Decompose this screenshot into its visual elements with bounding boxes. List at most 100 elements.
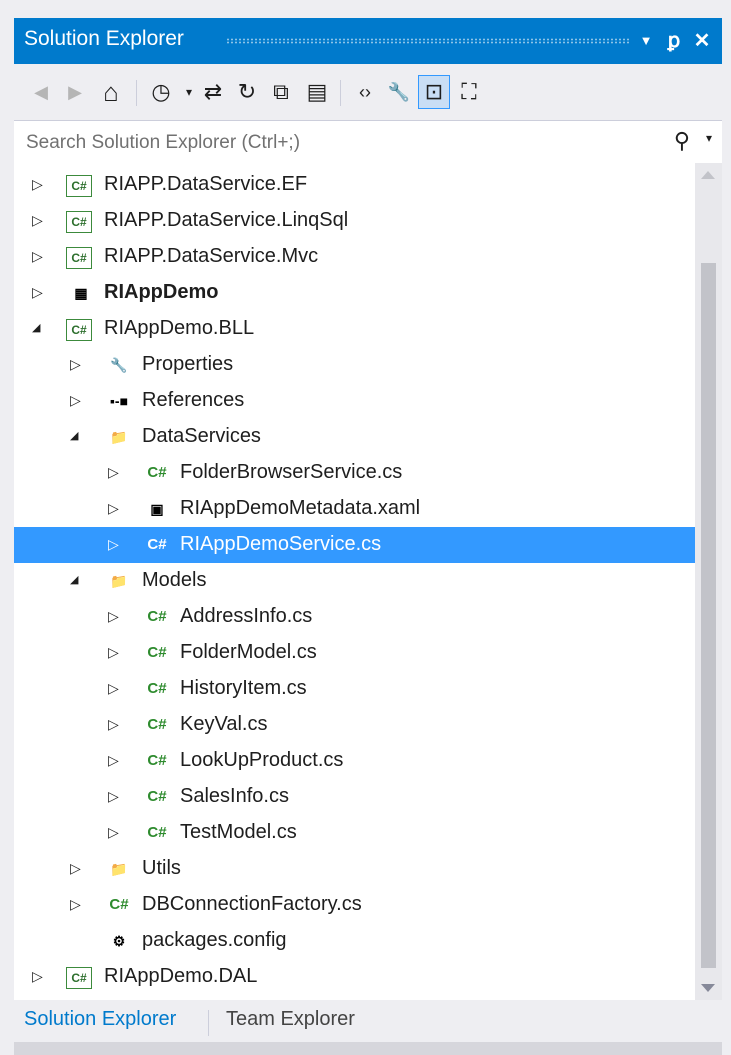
tree-item[interactable]: ▷ ▣ RIAppDemoMetadata.xaml — [14, 491, 695, 527]
scrollbar-thumb[interactable] — [701, 263, 716, 968]
expand-arrow-icon[interactable]: ▷ — [108, 678, 124, 698]
tree-item[interactable]: ⚙ packages.config — [14, 923, 695, 959]
csharp-file-icon: C# — [147, 680, 167, 697]
tree-item[interactable]: ◢ 📁 DataServices — [14, 419, 695, 455]
search-options-dropdown-icon[interactable]: ▾ — [706, 131, 712, 145]
collapse-arrow-icon[interactable]: ◢ — [70, 426, 86, 446]
expand-arrow-icon[interactable]: ▷ — [32, 282, 48, 302]
tree-item[interactable]: ▷ C# TestModel.cs — [14, 815, 695, 851]
tree-item-label: DataServices — [142, 425, 261, 447]
tree-item[interactable]: ▷ C# FolderModel.cs — [14, 635, 695, 671]
web-project-icon: ▦ — [74, 285, 88, 301]
expand-arrow-icon[interactable]: ▷ — [108, 750, 124, 770]
tab-strip: Solution Explorer Team Explorer — [14, 1000, 722, 1042]
csharp-project-icon: C# — [66, 175, 92, 197]
collapse-arrow-icon[interactable]: ◢ — [32, 318, 48, 338]
class-view-icon[interactable]: ⛶ — [454, 76, 484, 108]
expand-arrow-icon[interactable]: ▷ — [108, 714, 124, 734]
expand-arrow-icon[interactable]: ▷ — [70, 858, 86, 878]
show-all-files-icon[interactable]: ▤ — [302, 76, 332, 108]
tree-item-label: Utils — [142, 857, 181, 879]
tree-item[interactable]: ▷ C# HistoryItem.cs — [14, 671, 695, 707]
toolbar: ◀ ▶ ⌂ ◷ ▾ ⇄ ↻ ⧉ ▤ ‹› 🔧 ⊡ ⛶ — [14, 64, 722, 120]
references-icon: ▪‑■ — [109, 393, 129, 409]
back-icon[interactable]: ◀ — [26, 76, 56, 108]
tree-item-label: Properties — [142, 353, 234, 375]
home-icon[interactable]: ⌂ — [96, 76, 126, 108]
tab-solution-explorer[interactable]: Solution Explorer — [24, 1008, 176, 1036]
csharp-file-icon: C# — [147, 788, 167, 805]
tree-item[interactable]: ▷ C# RIAPP.DataService.Mvc — [14, 239, 695, 275]
tree-item[interactable]: ▷ C# RIAppDemo.DAL — [14, 959, 695, 995]
expand-arrow-icon[interactable]: ▷ — [70, 354, 86, 374]
tree-item[interactable]: ▷ C# DBConnectionFactory.cs — [14, 887, 695, 923]
expand-arrow-icon[interactable]: ▷ — [108, 642, 124, 662]
forward-icon[interactable]: ▶ — [60, 76, 90, 108]
expand-arrow-icon[interactable]: ▷ — [108, 822, 124, 842]
tree-item-label: Models — [142, 569, 207, 591]
collapse-all-icon[interactable]: ⧉ — [266, 76, 296, 108]
tree-item[interactable]: ▷ 📁 Utils — [14, 851, 695, 887]
window-position-dropdown-icon[interactable]: ▼ — [634, 26, 658, 56]
tree-item[interactable]: ▷ ▪‑■ References — [14, 383, 695, 419]
no-arrow — [70, 930, 86, 950]
expand-arrow-icon[interactable]: ▷ — [70, 894, 86, 914]
expand-arrow-icon[interactable]: ▷ — [32, 966, 48, 986]
tree-item[interactable]: ▷ C# RIAPP.DataService.EF — [14, 167, 695, 203]
expand-arrow-icon[interactable]: ▷ — [70, 390, 86, 410]
folder-icon: 📁 — [110, 861, 128, 877]
collapse-arrow-icon[interactable]: ◢ — [70, 570, 86, 590]
expand-arrow-icon[interactable]: ▷ — [32, 174, 48, 194]
tree-item[interactable]: ▷ C# RIAPP.DataService.LinqSql — [14, 203, 695, 239]
solution-tree: ▷ C# RIAppDemo.DAL ⚙ packages.config ▷ C# DBCon… — [14, 163, 722, 1000]
csharp-file-icon: C# — [147, 608, 167, 625]
search-input[interactable] — [24, 129, 648, 157]
tree-item-label: AddressInfo.cs — [180, 605, 313, 627]
tree-item-label: FolderBrowserService.cs — [180, 461, 403, 483]
tree-item[interactable]: ▷ C# RIAppDemoService.cs — [14, 527, 695, 563]
tree-item[interactable]: ▷ C# FolderBrowserService.cs — [14, 455, 695, 491]
csharp-file-icon: C# — [147, 644, 167, 661]
tree-item[interactable]: ◢ 📁 Models — [14, 563, 695, 599]
expand-arrow-icon[interactable]: ▷ — [32, 210, 48, 230]
tree-item-label: RIAPP.DataService.LinqSql — [104, 209, 349, 231]
sync-with-active-document-icon[interactable]: ⇄ — [198, 76, 228, 108]
tree-item-label: RIAPP.DataService.Mvc — [104, 245, 319, 267]
expand-arrow-icon[interactable]: ▷ — [108, 498, 124, 518]
scroll-down-arrow-icon[interactable] — [701, 984, 715, 992]
tab-team-explorer[interactable]: Team Explorer — [226, 1008, 355, 1036]
close-icon[interactable]: ✕ — [690, 26, 714, 56]
tree-item[interactable]: ▷ C# LookUpProduct.cs — [14, 743, 695, 779]
properties-icon[interactable]: 🔧 — [384, 76, 414, 108]
pending-changes-filter-icon[interactable]: ◷ — [146, 76, 176, 108]
refresh-icon[interactable]: ↻ — [232, 76, 262, 108]
title-bar: Solution Explorer ▼ ꝑ ✕ — [14, 18, 722, 64]
vertical-scrollbar[interactable] — [695, 163, 722, 1000]
xaml-file-icon: ▣ — [150, 501, 164, 517]
solution-explorer-window: Solution Explorer ▼ ꝑ ✕ ◀ ▶ ⌂ ◷ ▾ ⇄ ↻ ⧉ … — [0, 0, 731, 1055]
tree-item[interactable]: ▷ C# KeyVal.cs — [14, 707, 695, 743]
pin-icon[interactable]: ꝑ — [662, 26, 686, 56]
tree-item[interactable]: ▷ 🔧 Properties — [14, 347, 695, 383]
expand-arrow-icon[interactable]: ▷ — [108, 786, 124, 806]
title-drag-handle[interactable] — [226, 38, 630, 44]
scroll-up-arrow-icon[interactable] — [701, 171, 715, 179]
wrench-icon: 🔧 — [110, 357, 128, 373]
tree-item[interactable]: ▷ C# SalesInfo.cs — [14, 779, 695, 815]
tree-item[interactable]: ▷ C# AddressInfo.cs — [14, 599, 695, 635]
window-title: Solution Explorer — [24, 27, 184, 50]
csharp-project-icon: C# — [66, 247, 92, 269]
csharp-file-icon: C# — [147, 824, 167, 841]
preview-selected-items-icon[interactable]: ⊡ — [418, 75, 450, 109]
tree-item[interactable]: ◢ C# RIAppDemo.BLL — [14, 311, 695, 347]
tree-item-label: RIAppDemoMetadata.xaml — [180, 497, 421, 519]
tree-item-label: DBConnectionFactory.cs — [142, 893, 362, 915]
view-code-icon[interactable]: ‹› — [350, 76, 380, 108]
expand-arrow-icon[interactable]: ▷ — [108, 606, 124, 626]
search-icon[interactable]: ⚲ — [674, 128, 690, 154]
tree-item[interactable]: ▷ ▦ RIAppDemo — [14, 275, 695, 311]
csharp-file-icon: C# — [109, 896, 129, 913]
expand-arrow-icon[interactable]: ▷ — [108, 462, 124, 482]
expand-arrow-icon[interactable]: ▷ — [108, 534, 124, 554]
expand-arrow-icon[interactable]: ▷ — [32, 246, 48, 266]
